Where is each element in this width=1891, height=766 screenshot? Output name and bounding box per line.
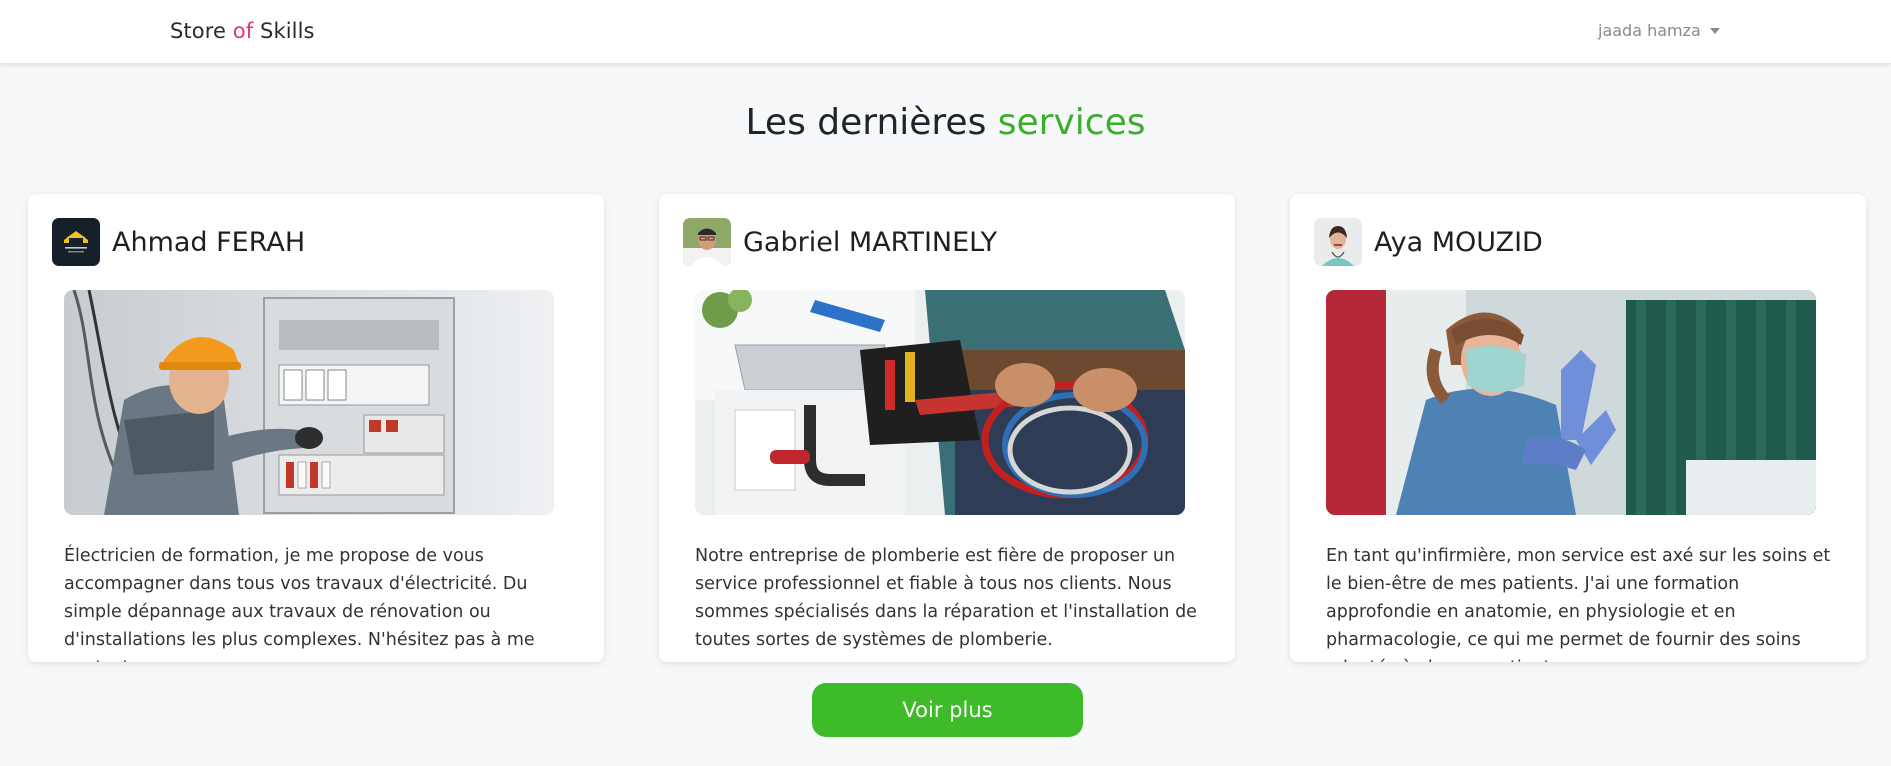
card-description: En tant qu'infirmière, mon service est a… [1326,546,1831,662]
brand-logo-link[interactable]: Store of Skills [170,19,315,43]
brand-text-part2: Skills [253,19,315,43]
card-provider-name: Ahmad FERAH [112,226,306,258]
brand-text-part1: Store [170,19,233,43]
service-card[interactable]: Aya MOUZID En tant qu'infirmière, mon se… [1290,194,1866,662]
section-title-accent: services [997,102,1146,143]
card-provider-name: Aya MOUZID [1374,226,1543,258]
nurse-photo-icon [1314,218,1362,266]
top-navbar: Store of Skills jaada hamza [0,0,1891,64]
voir-plus-button[interactable]: Voir plus [812,683,1083,737]
nurse-photo [1326,290,1816,515]
card-description: Notre entreprise de plomberie est fière … [695,546,1197,650]
user-dropdown-toggle[interactable]: jaada hamza [1598,21,1720,40]
section-title: Les dernières services [0,102,1891,143]
company-logo-icon [52,218,100,266]
card-provider-name: Gabriel MARTINELY [743,226,998,258]
service-card[interactable]: Gabriel MARTINELY Notre entreprise de pl… [659,194,1235,662]
person-photo-icon [683,218,731,266]
card-header: Ahmad FERAH [52,218,305,266]
service-card[interactable]: Ahmad FERAH Électricien de formation, je… [28,194,604,662]
section-title-text: Les dernières [745,102,998,143]
plumber-photo [695,290,1185,515]
user-name: jaada hamza [1598,21,1701,40]
chevron-down-icon [1709,27,1720,34]
card-description: Électricien de formation, je me propose … [64,546,535,662]
card-header: Aya MOUZID [1314,218,1543,266]
electrician-photo [64,290,554,515]
brand-text-accent: of [232,19,254,43]
card-header: Gabriel MARTINELY [683,218,997,266]
